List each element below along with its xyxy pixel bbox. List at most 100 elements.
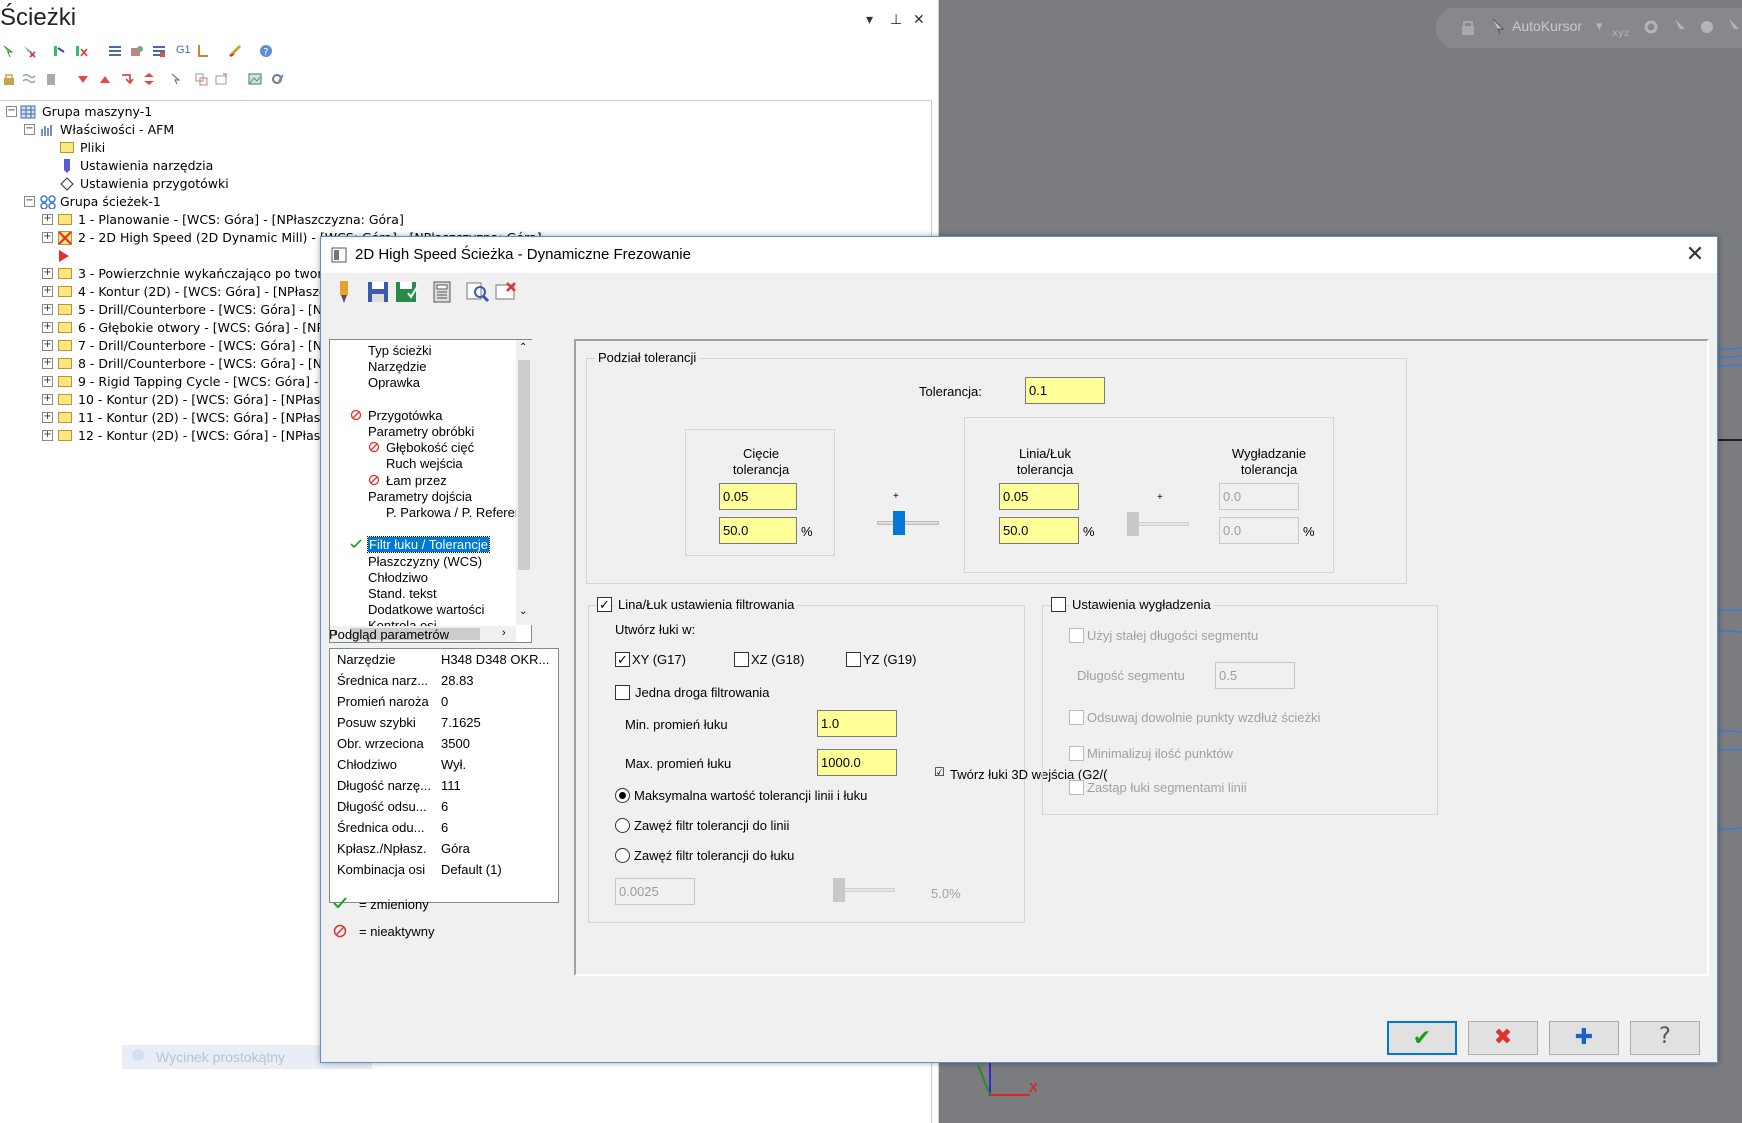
- move-up-icon[interactable]: [98, 72, 112, 86]
- smoothing-enable-label[interactable]: Ustawienia wygładzenia: [1069, 597, 1214, 612]
- remove-points-checkbox[interactable]: [1069, 710, 1084, 725]
- post-icon[interactable]: [196, 44, 210, 58]
- ok-button[interactable]: ✔: [1387, 1021, 1457, 1055]
- select-icon[interactable]: [1726, 18, 1742, 36]
- expand-icon[interactable]: +: [42, 214, 53, 225]
- nav-item[interactable]: P. Parkowa / P. Referen: [386, 505, 522, 520]
- nav-item[interactable]: Chłodziwo: [368, 570, 428, 585]
- move-down-icon[interactable]: [76, 72, 90, 86]
- expand-icon[interactable]: +: [42, 322, 53, 333]
- oneway-label[interactable]: Jedna droga filtrowania: [635, 685, 769, 700]
- expand-icon[interactable]: +: [42, 376, 53, 387]
- lock-icon[interactable]: [2, 72, 16, 86]
- save-icon[interactable]: [365, 279, 391, 305]
- replace-arcs-label[interactable]: Zastąp łuki segmentami linii: [1087, 780, 1247, 795]
- select-edit-icon[interactable]: [170, 72, 184, 86]
- smooth-tolerance-input[interactable]: [1219, 483, 1299, 510]
- expand-icon[interactable]: +: [42, 412, 53, 423]
- yz-label[interactable]: YZ (G19): [863, 652, 916, 667]
- radio-line-filter[interactable]: [615, 818, 630, 833]
- arc3d-checkbox[interactable]: ☑: [932, 766, 947, 781]
- insert-after-icon[interactable]: [120, 72, 134, 86]
- const-length-label[interactable]: Użyj stałej długości segmentu: [1087, 628, 1258, 643]
- minimize-points-checkbox[interactable]: [1069, 746, 1084, 761]
- replace-arcs-checkbox[interactable]: [1069, 780, 1084, 795]
- nav-item[interactable]: Stand. tekst: [368, 586, 437, 601]
- nav-item[interactable]: Ruch wejścia: [386, 456, 463, 471]
- tolerance-input[interactable]: [1025, 377, 1105, 404]
- nav-item[interactable]: Narzędzie: [368, 359, 427, 374]
- xz-label[interactable]: XZ (G18): [751, 652, 804, 667]
- nav-item[interactable]: Łam przez: [368, 473, 447, 488]
- expand-icon[interactable]: +: [42, 304, 53, 315]
- filter-enable-label[interactable]: Lina/Łuk ustawienia filtrowania: [615, 597, 798, 612]
- smoothing-enable-checkbox[interactable]: [1051, 597, 1066, 612]
- copy-ops-icon[interactable]: [194, 72, 208, 86]
- xy-checkbox[interactable]: ✓: [615, 652, 630, 667]
- g1-icon[interactable]: G1: [176, 44, 191, 56]
- smooth-percent-input[interactable]: [1219, 517, 1299, 544]
- parameter-nav-tree[interactable]: Typ ścieżki Narzędzie Oprawka Przygotówka Pa…: [329, 339, 532, 643]
- remove-points-label[interactable]: Odsuwaj dowolnie punkty wzdłuż ścieżki: [1087, 710, 1320, 725]
- add-button[interactable]: ✚: [1549, 1021, 1619, 1055]
- linearc-percent-input[interactable]: [999, 517, 1079, 544]
- expand-icon[interactable]: +: [42, 268, 53, 279]
- panel-close-icon[interactable]: ✕: [913, 11, 925, 28]
- radio-arc-filter-label[interactable]: Zawęź filtr tolerancji do łuku: [634, 848, 794, 863]
- radio-max-tolerance[interactable]: [615, 788, 630, 803]
- small-tolerance-input[interactable]: [615, 878, 695, 905]
- cut-slider-track[interactable]: [877, 521, 939, 525]
- cut-slider-thumb[interactable]: [893, 511, 905, 535]
- filter-slider-thumb[interactable]: [833, 878, 845, 902]
- filter-enable-checkbox[interactable]: ✓: [597, 597, 612, 612]
- min-radius-input[interactable]: [817, 710, 897, 737]
- max-radius-input[interactable]: [817, 749, 897, 776]
- panel-dropdown-icon[interactable]: ▾: [866, 11, 873, 28]
- lock-icon[interactable]: [1460, 18, 1476, 36]
- cursor-icon[interactable]: [1490, 18, 1506, 36]
- nav-item[interactable]: Głębokość cięć: [368, 440, 474, 455]
- expand-icon[interactable]: +: [42, 358, 53, 369]
- minimize-points-label[interactable]: Minimalizuj ilość punktów: [1087, 746, 1233, 761]
- preview-icon[interactable]: [465, 279, 491, 305]
- options-icon[interactable]: [1698, 18, 1716, 36]
- scroll-right-icon[interactable]: ›: [502, 627, 506, 639]
- xz-checkbox[interactable]: [734, 652, 749, 667]
- gear-icon[interactable]: [1642, 18, 1660, 36]
- deselect-icon[interactable]: [22, 44, 36, 58]
- help-button[interactable]: ?: [1630, 1021, 1700, 1055]
- expand-icon[interactable]: +: [42, 430, 53, 441]
- radio-arc-filter[interactable]: [615, 848, 630, 863]
- panel-pin-icon[interactable]: ⊥: [890, 11, 902, 28]
- nav-item[interactable]: Parametry dojścia: [368, 489, 472, 504]
- cancel-button[interactable]: ✖: [1468, 1021, 1538, 1055]
- yz-checkbox[interactable]: [846, 652, 861, 667]
- save-green-icon[interactable]: [393, 279, 419, 305]
- verify-icon[interactable]: [130, 44, 144, 58]
- help-icon[interactable]: ?: [259, 44, 273, 58]
- expand-icon[interactable]: +: [42, 286, 53, 297]
- autokursor-label[interactable]: AutoKursor: [1512, 18, 1582, 34]
- nav-vscroll-thumb[interactable]: [518, 360, 530, 570]
- oneway-checkbox[interactable]: [615, 685, 630, 700]
- nav-item[interactable]: Oprawka: [368, 375, 420, 390]
- linearc-tolerance-input[interactable]: [999, 483, 1079, 510]
- xyz-icon[interactable]: xyz: [1612, 16, 1634, 40]
- delete-icon[interactable]: [493, 279, 519, 305]
- cut-tolerance-input[interactable]: [719, 483, 797, 510]
- backplot-icon[interactable]: [108, 44, 122, 58]
- scroll-up-icon[interactable]: ⌃: [519, 342, 527, 353]
- radio-line-filter-label[interactable]: Zawęź filtr tolerancji do linii: [634, 818, 789, 833]
- tool-icon[interactable]: [331, 279, 357, 305]
- scroll-insert-icon[interactable]: [142, 72, 156, 86]
- post-toggle-icon[interactable]: [44, 72, 58, 86]
- nav-item[interactable]: Dodatkowe wartości: [368, 602, 484, 617]
- regenerate-icon[interactable]: [52, 44, 66, 58]
- regenerate-dirty-icon[interactable]: [74, 44, 88, 58]
- nav-item[interactable]: Typ ścieżki: [368, 343, 432, 358]
- scroll-down-icon[interactable]: ⌄: [519, 606, 527, 617]
- pointer-icon[interactable]: [1672, 18, 1688, 36]
- settings-icon[interactable]: [270, 72, 284, 86]
- expand-icon[interactable]: +: [42, 340, 53, 351]
- expand-icon[interactable]: +: [42, 394, 53, 405]
